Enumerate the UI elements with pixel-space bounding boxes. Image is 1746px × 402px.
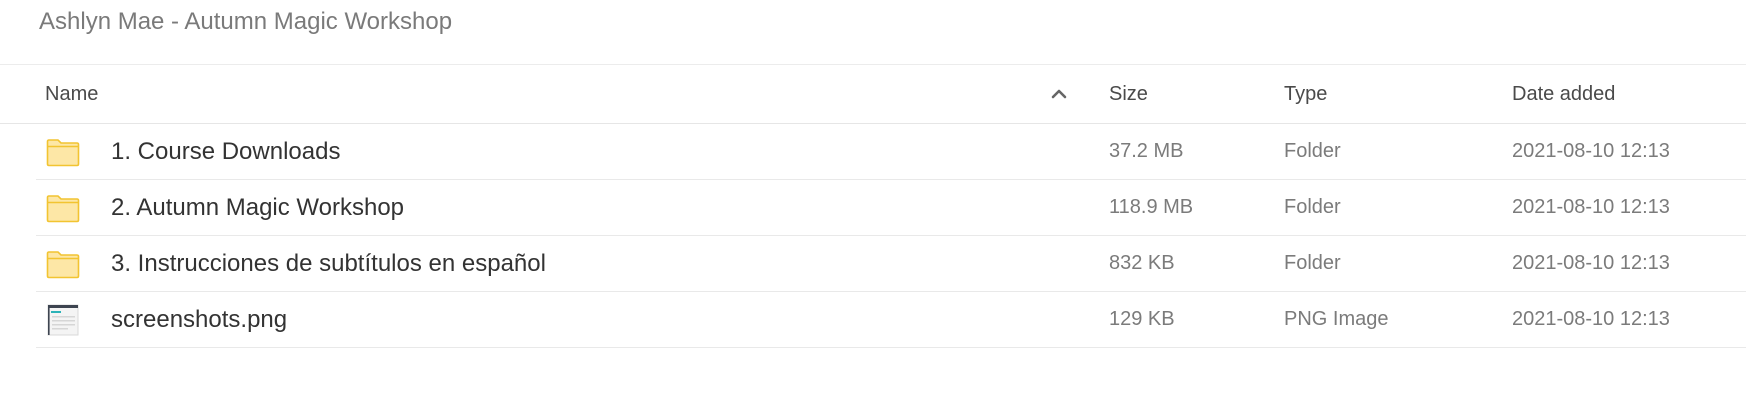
file-name[interactable]: 2. Autumn Magic Workshop (111, 180, 404, 235)
file-date-added: 2021-08-10 12:13 (1512, 252, 1670, 274)
file-type: Folder (1284, 252, 1341, 274)
file-size: 129 KB (1109, 308, 1175, 330)
file-date-added: 2021-08-10 12:13 (1512, 196, 1670, 218)
column-header-type[interactable]: Type (1284, 65, 1327, 123)
column-header-row: Name Size Type Date added (0, 65, 1746, 124)
file-type: PNG Image (1284, 308, 1389, 330)
file-size: 37.2 MB (1109, 140, 1184, 162)
file-size: 118.9 MB (1109, 196, 1194, 218)
folder-icon (46, 195, 80, 223)
folder-icon (46, 139, 80, 167)
breadcrumb: Ashlyn Mae - Autumn Magic Workshop (39, 8, 453, 35)
file-row[interactable]: 2. Autumn Magic Workshop 118.9 MB Folder… (36, 180, 1746, 236)
column-header-date-added[interactable]: Date added (1512, 65, 1615, 123)
file-list: 1. Course Downloads 37.2 MB Folder 2021-… (36, 124, 1746, 348)
file-row[interactable]: screenshots.png 129 KB PNG Image 2021-08… (36, 292, 1746, 348)
file-name[interactable]: 1. Course Downloads (111, 124, 340, 179)
column-header-size[interactable]: Size (1109, 65, 1148, 123)
image-file-icon (47, 304, 79, 336)
file-size: 832 KB (1109, 252, 1175, 274)
file-name[interactable]: 3. Instrucciones de subtítulos en españo… (111, 236, 546, 291)
folder-icon (46, 251, 80, 279)
file-date-added: 2021-08-10 12:13 (1512, 140, 1670, 162)
file-type: Folder (1284, 140, 1341, 162)
file-row[interactable]: 3. Instrucciones de subtítulos en españo… (36, 236, 1746, 292)
file-row[interactable]: 1. Course Downloads 37.2 MB Folder 2021-… (36, 124, 1746, 180)
file-date-added: 2021-08-10 12:13 (1512, 308, 1670, 330)
file-name[interactable]: screenshots.png (111, 292, 287, 347)
chevron-up-icon[interactable] (1050, 85, 1068, 103)
column-header-name[interactable]: Name (45, 65, 98, 123)
file-type: Folder (1284, 196, 1341, 218)
